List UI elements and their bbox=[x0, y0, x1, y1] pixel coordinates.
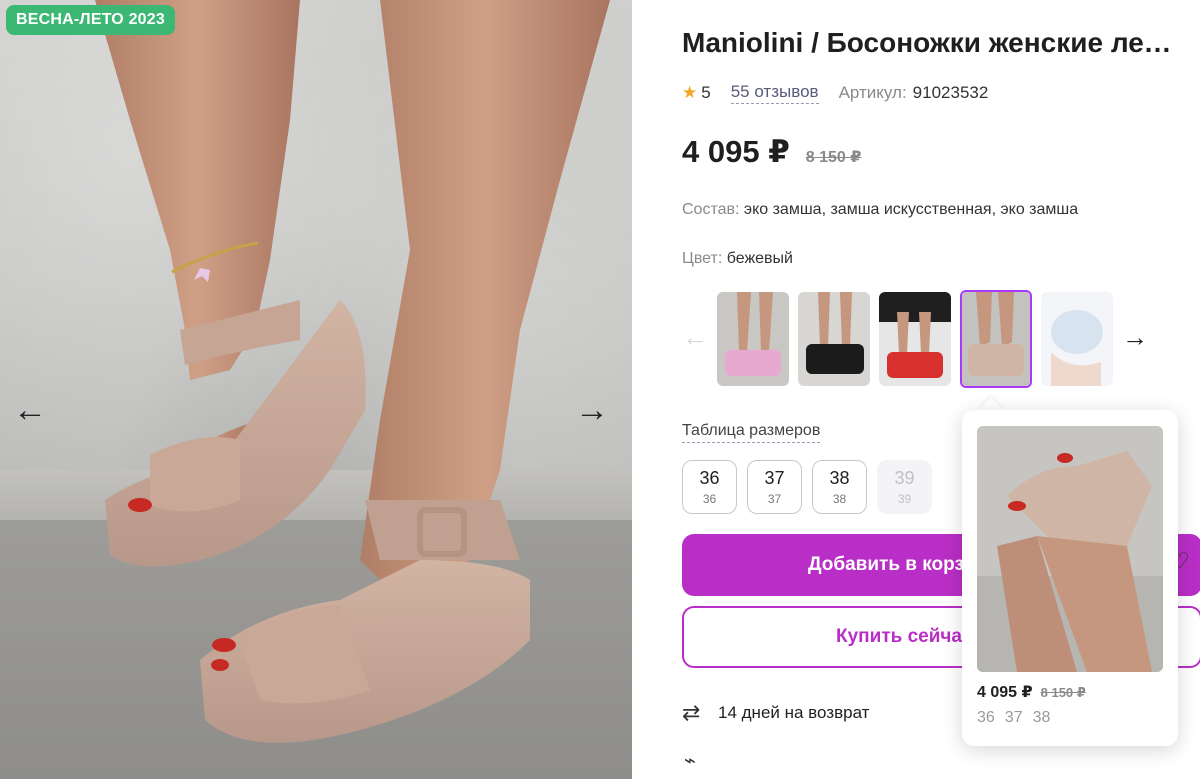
variant-photo bbox=[798, 292, 870, 386]
color-variant-beige[interactable] bbox=[960, 290, 1032, 388]
size-ru: 37 bbox=[767, 492, 782, 506]
size-eu: 37 bbox=[764, 468, 785, 488]
variant-preview-popup[interactable]: 4 095 ₽ 8 150 ₽ 36 37 38 bbox=[962, 410, 1178, 746]
old-price: 8 150 ₽ bbox=[805, 149, 862, 166]
popup-size: 37 bbox=[1004, 709, 1023, 726]
popup-price: 4 095 ₽ bbox=[977, 684, 1033, 701]
reviews-link[interactable]: 55 отзывов bbox=[730, 82, 819, 104]
size-ru: 36 bbox=[702, 492, 717, 506]
arrow-right-icon[interactable]: → bbox=[572, 390, 612, 430]
chevron-left-icon[interactable]: ← bbox=[682, 322, 708, 353]
color-variants: ← → bbox=[682, 290, 1162, 390]
return-text: 14 дней на возврат bbox=[718, 703, 870, 722]
composition-label: Состав: bbox=[682, 201, 740, 218]
size-option[interactable]: 38 38 bbox=[812, 460, 867, 514]
rating-value: 5 bbox=[701, 83, 711, 102]
variant-photo bbox=[879, 292, 951, 386]
popup-sizes: 36 37 38 bbox=[977, 709, 1050, 727]
price-row: 4 095 ₽ 8 150 ₽ bbox=[682, 134, 861, 170]
delivery-icon: ⌁ bbox=[684, 750, 697, 772]
size-table-link[interactable]: Таблица размеров bbox=[682, 422, 821, 443]
color-variant-black[interactable] bbox=[798, 292, 870, 386]
preview-photo bbox=[977, 426, 1163, 672]
size-option[interactable]: 36 36 bbox=[682, 460, 737, 514]
rating-row: ★ 5 55 отзывов Артикул: 91023532 bbox=[682, 82, 988, 104]
product-title: Maniolini / Босоножки женские летние bbox=[682, 27, 1182, 58]
composition-value: эко замша, замша искусственная, эко замш… bbox=[743, 201, 1079, 218]
size-option-disabled: 39 39 bbox=[877, 460, 932, 514]
product-photo bbox=[95, 0, 610, 743]
return-info: ⇄ 14 дней на возврат bbox=[682, 700, 869, 726]
popup-old-price: 8 150 ₽ bbox=[1040, 685, 1086, 700]
composition: Состав: эко замша, замша искусственная, … bbox=[682, 201, 1078, 219]
variant-photo bbox=[717, 292, 789, 386]
variant-photo bbox=[962, 292, 1030, 386]
popup-size: 38 bbox=[1032, 709, 1051, 726]
color-variant-red[interactable] bbox=[879, 292, 951, 386]
popup-size: 36 bbox=[977, 709, 995, 726]
season-badge: ВЕСНА-ЛЕТО 2023 bbox=[6, 5, 175, 35]
star-icon: ★ bbox=[682, 83, 698, 102]
product-gallery[interactable]: ВЕСНА-ЛЕТО 2023 ← → bbox=[0, 0, 632, 779]
popup-price-row: 4 095 ₽ 8 150 ₽ bbox=[977, 682, 1086, 702]
size-eu: 36 bbox=[699, 468, 720, 488]
color: Цвет: бежевый bbox=[682, 250, 793, 268]
article-value: 91023532 bbox=[912, 83, 989, 102]
variant-photo bbox=[1041, 292, 1113, 386]
size-selector: 36 36 37 37 38 38 39 39 bbox=[682, 460, 932, 514]
color-variant-pink[interactable] bbox=[717, 292, 789, 386]
arrow-left-icon[interactable]: ← bbox=[10, 390, 50, 430]
preview-photo-image bbox=[977, 426, 1163, 672]
size-ru: 39 bbox=[897, 492, 912, 506]
chevron-right-icon[interactable]: → bbox=[1122, 322, 1148, 353]
size-eu: 38 bbox=[829, 468, 850, 488]
color-label: Цвет: bbox=[682, 250, 723, 267]
return-icon: ⇄ bbox=[682, 700, 701, 725]
color-variant-blue[interactable] bbox=[1041, 292, 1113, 386]
size-ru: 38 bbox=[832, 492, 847, 506]
size-option[interactable]: 37 37 bbox=[747, 460, 802, 514]
current-price: 4 095 ₽ bbox=[682, 134, 790, 169]
color-value: бежевый bbox=[726, 250, 793, 267]
article-label: Артикул: bbox=[838, 83, 907, 102]
size-eu: 39 bbox=[894, 468, 915, 488]
